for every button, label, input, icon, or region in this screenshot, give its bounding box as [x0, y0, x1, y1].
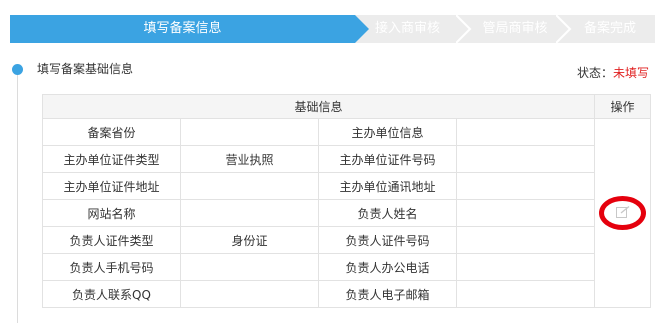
- field-value: [455, 199, 596, 227]
- field-label: 负责人证件类型: [42, 226, 181, 254]
- action-header: 操作: [594, 94, 652, 119]
- field-value: [455, 118, 596, 146]
- field-label: 负责人手机号码: [42, 253, 181, 281]
- status-value: 未填写: [612, 66, 649, 80]
- section-title: 填写备案基础信息: [37, 62, 134, 76]
- field-label: 主办单位证件号码: [318, 145, 457, 173]
- field-value: [455, 145, 596, 173]
- field-value: [455, 280, 596, 308]
- status-label: 状态：: [576, 66, 613, 80]
- field-label: 主办单位证件地址: [42, 172, 181, 200]
- field-value: [180, 118, 319, 146]
- table-row: 主办单位证件类型 营业执照 主办单位证件号码: [42, 145, 651, 173]
- timeline-dot: [12, 64, 23, 75]
- field-label: 主办单位通讯地址: [318, 172, 457, 200]
- field-label: 负责人证件号码: [318, 226, 457, 254]
- field-value: 营业执照: [180, 145, 319, 173]
- field-label: 负责人电子邮箱: [318, 280, 457, 308]
- field-label: 负责人办公电话: [318, 253, 457, 281]
- step-label: 接入商审核: [374, 21, 440, 36]
- field-label: 负责人姓名: [318, 199, 457, 227]
- step-complete: 备案完成: [565, 15, 655, 43]
- field-value: [455, 253, 596, 281]
- field-value: 身份证: [180, 226, 319, 254]
- table-row: 主办单位证件地址 主办单位通讯地址: [42, 172, 651, 200]
- step-label: 填写备案信息: [143, 21, 222, 36]
- timeline-line: [17, 74, 18, 323]
- field-label: 备案省份: [42, 118, 181, 146]
- table-row: 负责人联系QQ 负责人电子邮箱: [42, 280, 651, 308]
- field-label: 主办单位证件类型: [42, 145, 181, 173]
- field-value: [180, 253, 319, 281]
- table-row: 备案省份 主办单位信息: [42, 118, 652, 308]
- table-header: 基础信息: [41, 94, 596, 119]
- status-indicator: 状态：未填写: [577, 64, 649, 81]
- field-value: [180, 172, 319, 200]
- field-value: [455, 226, 596, 254]
- step-label: 备案完成: [583, 21, 636, 36]
- step-label: 管局商审核: [482, 21, 548, 36]
- table-row: 负责人手机号码 负责人办公电话: [42, 253, 651, 281]
- progress-steps: 填写备案信息 接入商审核 管局商审核 备案完成: [10, 15, 655, 43]
- table-row: 负责人证件类型 身份证 负责人证件号码: [42, 226, 651, 254]
- field-label: 网站名称: [42, 199, 181, 227]
- highlight-circle: [599, 196, 646, 230]
- field-value: [180, 280, 319, 308]
- field-value: [455, 172, 596, 200]
- field-value: [180, 199, 319, 227]
- step-isp-review: 接入商审核: [355, 15, 460, 43]
- field-label: 主办单位信息: [318, 118, 457, 146]
- field-label: 负责人联系QQ: [42, 280, 181, 308]
- step-bureau-review: 管局商审核: [465, 15, 565, 43]
- step-fill-info: 填写备案信息: [10, 15, 355, 43]
- basic-info-table: 基础信息 操作 备案省份 主办单位信息 主办单位证件类型 营业执照 主办单位证件…: [41, 94, 652, 308]
- table-row: 网站名称 负责人姓名: [42, 199, 651, 227]
